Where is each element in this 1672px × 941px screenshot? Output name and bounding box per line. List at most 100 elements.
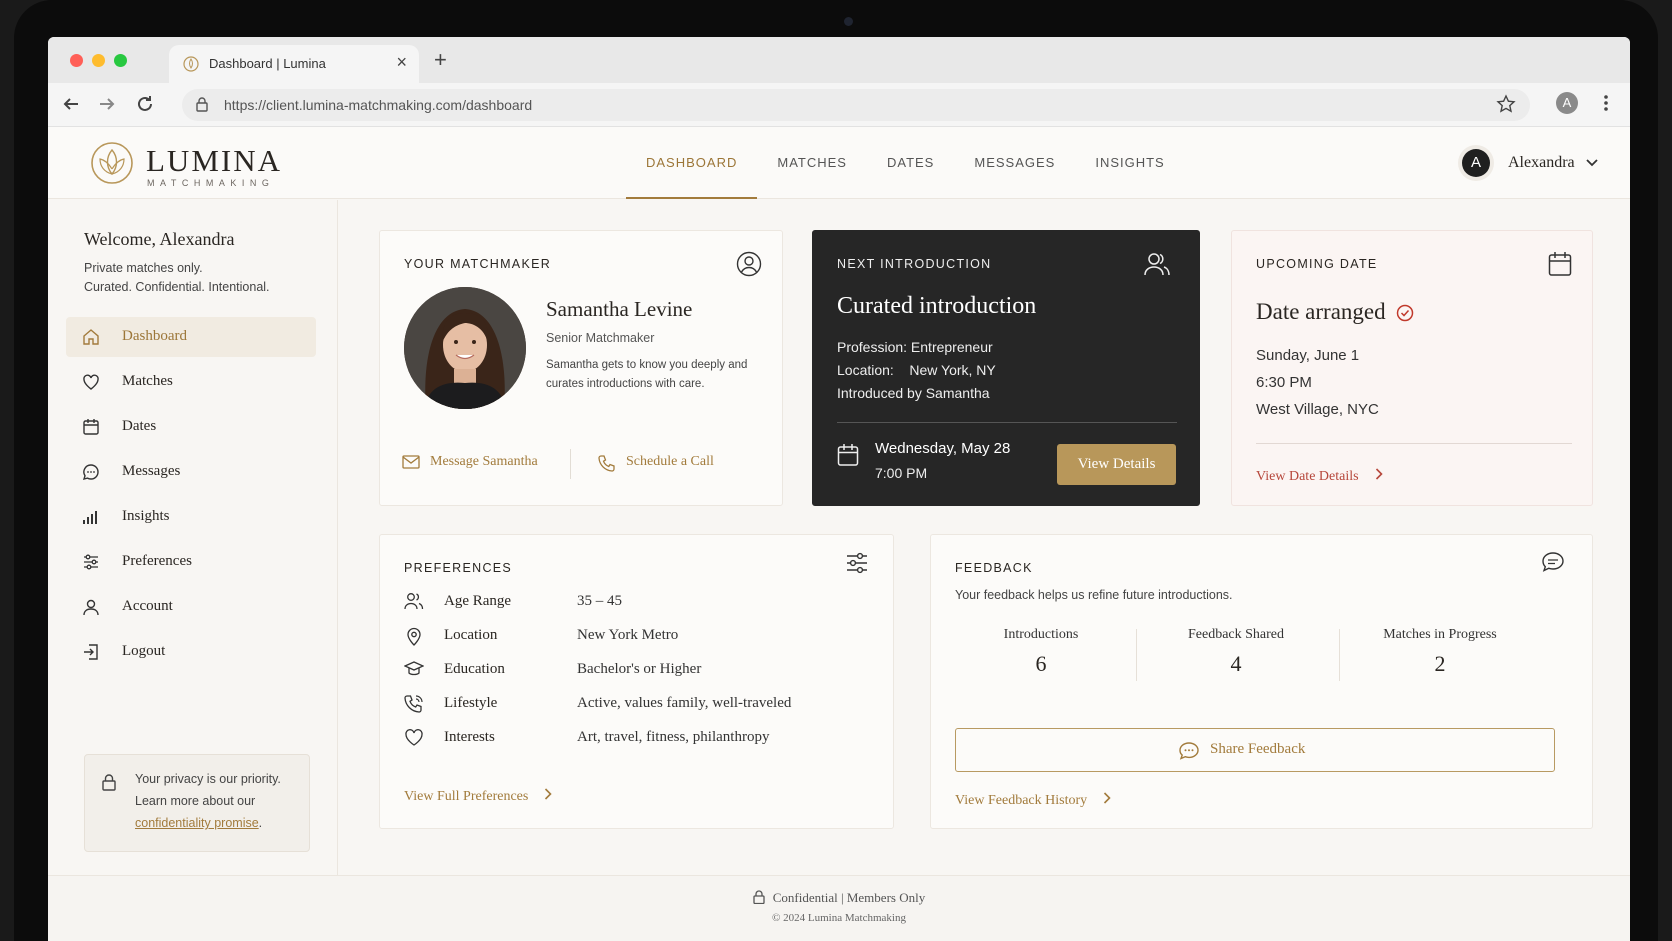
sidebar-item-label: Insights — [122, 508, 170, 524]
preference-row-location: Location New York Metro — [404, 624, 874, 648]
preference-key: Education — [444, 661, 505, 677]
sidebar-item-label: Matches — [122, 373, 173, 389]
view-full-preferences-link[interactable]: View Full Preferences — [404, 788, 552, 805]
new-tab-icon[interactable]: + — [434, 47, 447, 73]
nav-messages[interactable]: MESSAGES — [954, 127, 1075, 199]
sidebar-item-dashboard[interactable]: Dashboard — [66, 317, 316, 357]
browser-profile-avatar[interactable]: A — [1556, 92, 1578, 114]
people-icon — [404, 593, 424, 610]
sidebar-item-label: Dates — [122, 418, 157, 434]
introduction-profession: Profession: Entrepreneur — [837, 339, 993, 355]
minimize-window-button[interactable] — [92, 54, 105, 67]
date-place: West Village, NYC — [1256, 401, 1379, 418]
share-feedback-button[interactable]: Share Feedback — [955, 728, 1555, 772]
phone-icon — [404, 695, 423, 713]
card-label: NEXT INTRODUCTION — [837, 257, 992, 271]
link-label: View Feedback History — [955, 793, 1088, 808]
profile-circle-icon[interactable] — [736, 251, 762, 277]
browser-window: Dashboard | Lumina × + https://client.lu… — [48, 37, 1630, 941]
privacy-period: . — [258, 816, 263, 830]
preference-row-education: Education Bachelor's or Higher — [404, 658, 874, 682]
top-navigation: DASHBOARD MATCHES DATES MESSAGES INSIGHT… — [626, 127, 1185, 199]
privacy-notice: Your privacy is our priority. Learn more… — [84, 754, 310, 852]
card-label: PREFERENCES — [404, 561, 513, 575]
close-tab-icon[interactable]: × — [396, 52, 407, 73]
sidebar-item-dates[interactable]: Dates — [66, 407, 316, 447]
tab-title: Dashboard | Lumina — [209, 56, 326, 71]
card-label: YOUR MATCHMAKER — [404, 257, 552, 271]
matchmaker-description: Samantha gets to know you deeply and — [546, 359, 748, 371]
user-avatar: A — [1462, 149, 1490, 177]
stat-label: Feedback Shared — [1187, 627, 1285, 642]
lock-icon — [196, 97, 208, 112]
confidentiality-promise-link[interactable]: confidentiality promise — [135, 816, 259, 830]
forward-arrow-icon[interactable] — [94, 91, 120, 117]
introduction-time: 7:00 PM — [875, 465, 928, 481]
user-name: Alexandra — [1508, 154, 1575, 171]
lotus-logo-icon[interactable] — [90, 141, 134, 185]
preference-value: 35 – 45 — [577, 593, 622, 609]
nav-dashboard[interactable]: DASHBOARD — [626, 127, 758, 199]
sidebar-item-messages[interactable]: Messages — [66, 452, 316, 492]
reload-icon[interactable] — [132, 91, 158, 117]
address-bar[interactable]: https://client.lumina-matchmaking.com/da… — [182, 89, 1530, 121]
browser-tab[interactable]: Dashboard | Lumina × — [169, 45, 419, 83]
sidebar-item-matches[interactable]: Matches — [66, 362, 316, 402]
introduced-by: Introduced by Samantha — [837, 385, 990, 401]
more-options-icon[interactable] — [1603, 93, 1609, 113]
pin-icon — [407, 627, 421, 646]
close-window-button[interactable] — [70, 54, 83, 67]
footer-copyright: © 2024 Lumina Matchmaking — [772, 912, 906, 924]
introduction-location: Location: New York, NY — [837, 362, 996, 378]
view-date-details-link[interactable]: View Date Details — [1256, 467, 1383, 485]
stat-value: 2 — [1434, 651, 1446, 676]
preference-row-lifestyle: Lifestyle Active, values family, well-tr… — [404, 692, 874, 716]
footer: Confidential | Members Only © 2024 Lumin… — [48, 875, 1630, 941]
preferences-card: PREFERENCES Age Range 35 – 45 Location N… — [379, 534, 894, 829]
sidebar-item-insights[interactable]: Insights — [66, 497, 316, 537]
maximize-window-button[interactable] — [114, 54, 127, 67]
chat-icon — [82, 464, 99, 480]
date-status-title: Date arranged — [1256, 299, 1386, 324]
preference-key: Lifestyle — [444, 695, 498, 711]
sidebar-item-account[interactable]: Account — [66, 587, 316, 627]
phone-icon — [598, 455, 615, 472]
stat-value: 4 — [1230, 651, 1242, 676]
card-label: UPCOMING DATE — [1256, 257, 1378, 271]
view-details-button[interactable]: View Details — [1057, 444, 1176, 485]
back-arrow-icon[interactable] — [58, 91, 84, 117]
introduction-date: Wednesday, May 28 — [875, 440, 1011, 457]
divider — [837, 422, 1177, 423]
nav-matches[interactable]: MATCHES — [757, 127, 867, 199]
card-label: FEEDBACK — [955, 561, 1033, 575]
sidebar-item-label: Dashboard — [122, 328, 187, 344]
graduation-cap-icon — [404, 661, 424, 676]
privacy-line-2: Learn more about our — [135, 794, 256, 808]
sliders-icon — [84, 554, 98, 570]
preference-value: Active, values family, well-traveled — [577, 695, 792, 711]
people-icon — [1144, 253, 1170, 276]
envelope-icon — [402, 455, 420, 469]
person-icon — [83, 599, 99, 616]
nav-insights[interactable]: INSIGHTS — [1075, 127, 1184, 199]
tagline-line-2: Curated. Confidential. Intentional. — [84, 280, 270, 294]
calendar-icon — [837, 444, 859, 466]
chat-bubble-icon — [1179, 742, 1199, 760]
sidebar-item-preferences[interactable]: Preferences — [66, 542, 316, 582]
sidebar-item-label: Logout — [122, 643, 166, 659]
feedback-subtitle: Your feedback helps us refine future int… — [955, 588, 1233, 602]
stat-label: Introductions — [1003, 627, 1079, 642]
brand-name: LUMINA — [146, 143, 282, 178]
matchmaker-role: Senior Matchmaker — [546, 331, 655, 345]
link-label: View Date Details — [1256, 469, 1359, 484]
preference-row-interests: Interests Art, travel, fitness, philanth… — [404, 726, 874, 750]
matchmaker-card: YOUR MATCHMAKER Samantha Levine Senior M… — [379, 230, 783, 506]
chevron-right-icon — [1375, 468, 1383, 480]
sidebar-item-logout[interactable]: Logout — [66, 632, 316, 672]
sliders-icon[interactable] — [845, 552, 869, 574]
nav-dates[interactable]: DATES — [867, 127, 954, 199]
bookmark-star-icon[interactable] — [1496, 94, 1516, 114]
view-feedback-history-link[interactable]: View Feedback History — [955, 792, 1111, 809]
preference-value: Art, travel, fitness, philanthropy — [577, 729, 770, 745]
preference-key: Age Range — [444, 593, 512, 609]
